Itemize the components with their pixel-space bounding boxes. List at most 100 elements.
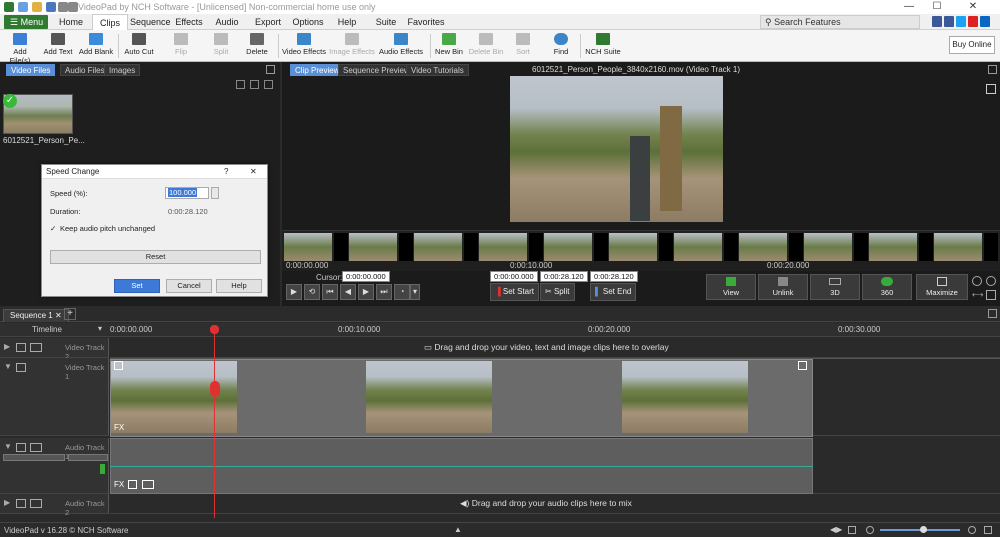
tab-export[interactable]: Export	[252, 14, 284, 30]
track-options-icon[interactable]	[30, 443, 42, 452]
tab-images[interactable]: Images	[104, 64, 141, 76]
add-text-button[interactable]: Add Text	[40, 31, 76, 61]
linkedin-icon[interactable]	[980, 16, 990, 27]
tab-audio[interactable]: Audio	[212, 14, 242, 30]
zoom-slider-handle[interactable]	[920, 526, 927, 533]
step-back-icon[interactable]: ◀	[340, 284, 356, 300]
delete-bin-button[interactable]: Delete Bin	[468, 31, 504, 61]
open-icon[interactable]	[32, 2, 42, 12]
speaker-icon[interactable]	[16, 499, 26, 508]
new-project-icon[interactable]	[18, 2, 28, 12]
unlink-button[interactable]: Unlink	[758, 274, 808, 300]
video-track-2-lane[interactable]: ▭ Drag and drop your video, text and ima…	[110, 338, 1000, 358]
zoom-in-icon[interactable]	[972, 276, 982, 286]
delete-button[interactable]: Delete	[242, 31, 272, 61]
loop-icon[interactable]: ⟲	[304, 284, 320, 300]
playhead[interactable]	[214, 326, 215, 518]
twitter-icon[interactable]	[956, 16, 966, 27]
timeline-ruler[interactable]: Timeline ▾ 0:00:00.000 0:00:10.000 0:00:…	[0, 323, 1000, 337]
set-start-button[interactable]: ▐ Set Start	[490, 283, 540, 301]
undo-icon[interactable]	[58, 2, 68, 12]
tab-favorites[interactable]: Favorites	[406, 14, 446, 30]
redo-icon[interactable]	[68, 2, 78, 12]
video-frame[interactable]	[510, 76, 723, 222]
3d-button[interactable]: 3D	[810, 274, 860, 300]
track-options-icon[interactable]	[30, 499, 42, 508]
zoom-in-icon[interactable]	[968, 526, 976, 534]
like-icon[interactable]	[932, 16, 942, 27]
add-blank-button[interactable]: Add Blank	[78, 31, 114, 61]
video-track-1-lane[interactable]: FX	[110, 358, 1000, 437]
video-track-1-header[interactable]: ▼ Video Track 1	[0, 358, 109, 436]
fullscreen-icon[interactable]	[986, 84, 996, 94]
speed-icon[interactable]: ◔	[394, 284, 410, 300]
main-menu-button[interactable]: ☰ Menu ▾	[4, 15, 48, 41]
help-button[interactable]: Help	[216, 279, 262, 293]
set-button[interactable]: Set	[114, 279, 160, 293]
scroll-right-icon[interactable]: ◀▶	[830, 525, 842, 534]
zoom-out-icon[interactable]	[866, 526, 874, 534]
bin-view-icon[interactable]	[250, 80, 259, 89]
speaker-icon[interactable]	[128, 480, 137, 489]
split-marker-icon[interactable]	[210, 381, 220, 397]
expand-icon[interactable]: ▼	[4, 442, 12, 451]
bin-delete-icon[interactable]	[236, 80, 245, 89]
zoom-fit-icon[interactable]	[848, 526, 856, 534]
play-icon[interactable]: ▶	[286, 284, 302, 300]
tab-options[interactable]: Options	[290, 14, 326, 30]
tab-video-tutorials[interactable]: Video Tutorials	[406, 64, 469, 76]
youtube-icon[interactable]	[968, 16, 978, 27]
speed-spinner[interactable]	[211, 187, 219, 199]
audio-track-1-header[interactable]: ▼ Audio Track 1	[0, 438, 109, 494]
find-button[interactable]: Find	[548, 31, 574, 61]
volume-slider[interactable]	[3, 454, 65, 461]
reset-button[interactable]: Reset	[50, 250, 261, 264]
zoom-out-icon[interactable]	[986, 276, 996, 286]
tab-sequence-preview[interactable]: Sequence Preview	[338, 64, 415, 76]
settings-icon[interactable]	[984, 526, 992, 534]
close-icon[interactable]: ✕	[250, 165, 257, 179]
cursor-time[interactable]: 0:00:00.000	[342, 271, 390, 282]
audio-track-2-lane[interactable]: ◀) Drag and drop your audio clips here t…	[110, 494, 1000, 514]
video-track-2-header[interactable]: ▶ Video Track 2	[0, 338, 109, 361]
step-forward-icon[interactable]: ▶	[358, 284, 374, 300]
cancel-button[interactable]: Cancel	[166, 279, 212, 293]
preview-ruler[interactable]: 0:00:00.000 0:00:10.000 0:00:20.000	[282, 261, 1000, 271]
tab-video-files[interactable]: Video Files	[6, 64, 56, 76]
add-files-button[interactable]: Add File(s)	[2, 31, 38, 65]
video-effects-button[interactable]: Video Effects	[282, 31, 326, 61]
collapse-panel-icon[interactable]: ▲	[454, 525, 462, 534]
fx-icon[interactable]: FX	[114, 480, 124, 489]
sort-button[interactable]: Sort	[510, 31, 536, 61]
tab-clips[interactable]: Clips	[92, 14, 128, 30]
fx-icon[interactable]: FX	[114, 423, 124, 432]
view-button[interactable]: View	[706, 274, 756, 300]
buy-online-button[interactable]: Buy Online	[949, 36, 995, 54]
tab-clip-preview[interactable]: Clip Preview	[290, 64, 345, 76]
go-start-icon[interactable]: ⏮	[322, 284, 338, 300]
transition-marker-icon[interactable]	[798, 361, 807, 370]
facebook-icon[interactable]	[944, 16, 954, 27]
visibility-icon[interactable]	[16, 363, 26, 372]
maximize-button[interactable]: Maximize	[916, 274, 968, 300]
keep-pitch-checkbox[interactable]: ✓	[50, 224, 56, 233]
link-icon[interactable]	[142, 480, 154, 489]
audio-track-1-lane[interactable]: FX	[110, 438, 1000, 494]
speaker-icon[interactable]	[16, 443, 26, 452]
split-clip-button[interactable]: ✂ Split	[540, 283, 575, 301]
tab-sequence-1[interactable]: Sequence 1 ✕	[3, 309, 69, 322]
close-button[interactable]: ✕	[960, 0, 986, 14]
new-bin-button[interactable]: New Bin	[434, 31, 464, 61]
speed-dropdown-icon[interactable]: ▾	[410, 284, 420, 300]
image-effects-button[interactable]: Image Effects	[328, 31, 376, 61]
auto-cut-button[interactable]: Auto Cut	[122, 31, 156, 61]
transition-marker-icon[interactable]	[114, 361, 123, 370]
clip-filmstrip[interactable]	[282, 230, 1000, 262]
panel-float-icon[interactable]	[988, 309, 997, 318]
help-icon[interactable]: ?	[224, 165, 228, 179]
bin-folder-icon[interactable]	[264, 80, 273, 89]
audio-effects-button[interactable]: Audio Effects	[378, 31, 424, 61]
track-options-icon[interactable]	[30, 343, 42, 352]
out-time[interactable]: 0:00:28.120	[540, 271, 588, 282]
duration-time[interactable]: 0:00:28.120	[590, 271, 638, 282]
